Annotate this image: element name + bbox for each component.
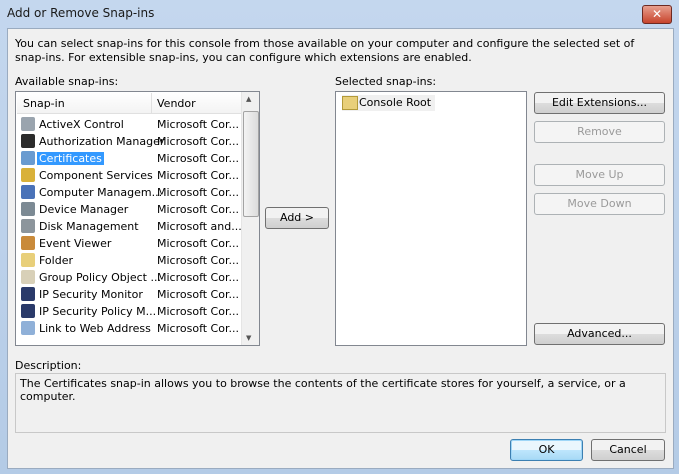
list-item[interactable]: Authorization Manager Microsoft Cor... [19,133,243,150]
snapin-icon [21,304,35,318]
move-up-button[interactable]: Move Up [534,164,665,186]
add-button[interactable]: Add > [265,207,329,229]
snapin-icon [21,321,35,335]
snapin-vendor: Microsoft Cor... [157,169,239,182]
description-label: Description: [15,359,82,372]
list-item[interactable]: Certificates Microsoft Cor... [19,150,243,167]
intro-text: You can select snap-ins for this console… [15,37,635,64]
dialog-body: You can select snap-ins for this console… [7,28,674,469]
snapin-vendor: Microsoft Cor... [157,288,239,301]
snapin-name: Component Services [39,169,153,182]
list-item[interactable]: ActiveX Control Microsoft Cor... [19,116,243,133]
column-vendor[interactable]: Vendor [157,97,196,110]
remove-button[interactable]: Remove [534,121,665,143]
snapin-icon [21,253,35,267]
description-box: The Certificates snap-in allows you to b… [15,373,666,433]
selected-label: Selected snap-ins: [335,75,437,88]
scrollbar-thumb[interactable] [243,111,259,217]
snapin-vendor: Microsoft Cor... [157,186,239,199]
list-item[interactable]: IP Security Monitor Microsoft Cor... [19,286,243,303]
available-label: Available snap-ins: [15,75,119,88]
dialog-window: Add or Remove Snap-ins ✕ You can select … [0,0,679,474]
list-item[interactable]: Link to Web Address Microsoft Cor... [19,320,243,337]
snapin-vendor: Microsoft Cor... [157,152,239,165]
tree-item-console-root[interactable]: Console Root [342,95,436,111]
snapin-name: Event Viewer [39,237,112,250]
list-item[interactable]: IP Security Policy M... Microsoft Cor... [19,303,243,320]
snapin-name: Device Manager [39,203,129,216]
ok-button[interactable]: OK [510,439,583,461]
list-item[interactable]: Folder Microsoft Cor... [19,252,243,269]
snapin-name: Certificates [37,152,104,165]
snapin-name: Authorization Manager [39,135,165,148]
snapin-icon [21,202,35,216]
list-header: Snap-in Vendor [17,93,242,114]
snapin-icon [21,185,35,199]
edit-extensions-button[interactable]: Edit Extensions... [534,92,665,114]
snapin-icon [21,168,35,182]
snapin-vendor: Microsoft Cor... [157,118,239,131]
window-title: Add or Remove Snap-ins [7,6,155,20]
snapin-icon [21,117,35,131]
list-item[interactable]: Disk Management Microsoft and... [19,218,243,235]
scrollbar[interactable]: ▲ ▼ [241,92,259,345]
snapin-name: IP Security Monitor [39,288,143,301]
snapin-name: Link to Web Address [39,322,151,335]
snapin-vendor: Microsoft Cor... [157,254,239,267]
description-text: The Certificates snap-in allows you to b… [20,377,626,403]
snapin-icon [21,270,35,284]
snapin-vendor: Microsoft Cor... [157,322,239,335]
snapin-icon [21,236,35,250]
snapin-icon [21,134,35,148]
snapin-icon [21,151,35,165]
list-item[interactable]: Group Policy Object ... Microsoft Cor... [19,269,243,286]
list-item[interactable]: Event Viewer Microsoft Cor... [19,235,243,252]
snapin-vendor: Microsoft Cor... [157,203,239,216]
list-item[interactable]: Device Manager Microsoft Cor... [19,201,243,218]
move-down-button[interactable]: Move Down [534,193,665,215]
snapin-name: Folder [39,254,73,267]
snapin-name: IP Security Policy M... [39,305,157,318]
snapin-name: Computer Managem... [39,186,163,199]
column-snapin[interactable]: Snap-in [23,97,65,110]
snapin-vendor: Microsoft Cor... [157,271,239,284]
available-snapins-list[interactable]: Snap-in Vendor ActiveX Control Microsoft … [15,91,260,346]
snapin-vendor: Microsoft Cor... [157,237,239,250]
list-item[interactable]: Component Services Microsoft Cor... [19,167,243,184]
snapin-vendor: Microsoft Cor... [157,305,239,318]
list-item[interactable]: Computer Managem... Microsoft Cor... [19,184,243,201]
folder-icon [342,96,358,110]
close-button[interactable]: ✕ [642,5,672,24]
snapin-name: Group Policy Object ... [39,271,161,284]
snapin-icon [21,219,35,233]
snapin-vendor: Microsoft and... [157,220,242,233]
snapin-icon [21,287,35,301]
selected-snapins-tree[interactable]: Console Root [335,91,527,346]
cancel-button[interactable]: Cancel [591,439,665,461]
advanced-button[interactable]: Advanced... [534,323,665,345]
snapin-vendor: Microsoft Cor... [157,135,239,148]
snapin-name: Disk Management [39,220,139,233]
snapin-name: ActiveX Control [39,118,124,131]
